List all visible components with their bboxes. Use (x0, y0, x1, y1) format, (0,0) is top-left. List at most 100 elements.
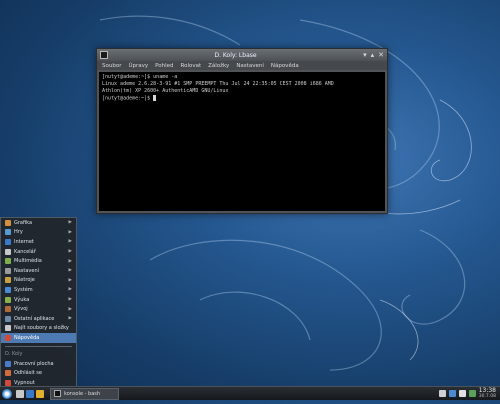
submenu-arrow-icon: ▶ (68, 220, 72, 226)
terminal-output[interactable]: [nutyt@ademe:~]$ uname -a Linux ademe 2.… (99, 72, 385, 211)
menu-item-label: Pracovní plocha (14, 360, 54, 367)
submenu-arrow-icon: ▶ (68, 268, 72, 274)
menu-item-label: Nápověda (14, 334, 40, 341)
terminal-icon (54, 390, 61, 397)
menu-item-help[interactable]: Nápověda (1, 333, 76, 343)
office-icon (5, 248, 11, 255)
start-menu-items: Grafika ▶ Hry ▶ Internet ▶ Kancelář ▶ Multimédia… (1, 218, 76, 343)
menu-item-label: Hry (14, 229, 23, 236)
desktop-icon (5, 360, 11, 367)
menu-item-label: Odhlásit se (14, 370, 42, 377)
menu-item-internet[interactable]: Internet ▶ (1, 237, 76, 247)
tray-flag-icon[interactable] (438, 390, 446, 397)
menu-item-label: Nastavení (14, 267, 40, 274)
window-titlebar[interactable]: D. Koly: Lbase ▾ ▴ ✕ (97, 49, 387, 61)
internet-icon (5, 238, 11, 245)
menu-soubor[interactable]: Soubor (102, 63, 121, 69)
submenu-arrow-icon: ▶ (68, 229, 72, 235)
terminal-icon[interactable] (100, 51, 108, 59)
menu-item-label: Nástroje (14, 277, 35, 284)
graphics-icon (5, 219, 11, 226)
menu-section-header: D. Koly (5, 351, 23, 358)
menu-item-tools[interactable]: Nástroje ▶ (1, 276, 76, 286)
kde-launcher-icon[interactable] (2, 388, 12, 399)
start-menu-bottom-items: Pracovní plocha Odhlásit se Vypnout (1, 359, 76, 388)
menu-napoveda[interactable]: Nápověda (271, 63, 299, 69)
quick-launch-browser-icon[interactable] (26, 389, 34, 398)
maximize-icon[interactable]: ▴ (371, 51, 375, 59)
window-title: D. Koly: Lbase (214, 51, 257, 59)
multimedia-icon (5, 258, 11, 265)
menu-item-development[interactable]: Vývoj ▶ (1, 304, 76, 314)
window-menubar: Soubor Úpravy Pohled Rolovat Záložky Nas… (97, 61, 387, 70)
terminal-window[interactable]: D. Koly: Lbase ▾ ▴ ✕ Soubor Úpravy Pohle… (96, 48, 388, 214)
games-icon (5, 229, 11, 236)
tools-icon (5, 277, 11, 284)
terminal-prompt: [nutyt@ademe:~]$ (102, 95, 154, 102)
menu-item-label: Vývoj (14, 306, 28, 313)
submenu-arrow-icon: ▶ (68, 239, 72, 245)
menu-item-multimedia[interactable]: Multimédia ▶ (1, 256, 76, 266)
close-icon[interactable]: ✕ (378, 51, 384, 59)
education-icon (5, 296, 11, 303)
menu-item-graphics[interactable]: Grafika ▶ (1, 218, 76, 228)
clock[interactable]: 13:38 30.7.08 (478, 386, 496, 400)
menu-pohled[interactable]: Pohled (155, 63, 173, 69)
tray-network-icon[interactable] (448, 390, 456, 397)
menu-item-find-files[interactable]: Najít soubory a složky (1, 324, 76, 334)
clock-date: 30.7.08 (478, 393, 496, 399)
menu-item-label: Systém (14, 286, 33, 293)
quick-launch-files-icon[interactable] (36, 389, 44, 398)
submenu-arrow-icon: ▶ (68, 287, 72, 293)
taskbar-task-label: konsole - bash (64, 390, 101, 397)
find-files-icon (5, 325, 11, 332)
menu-nastaveni[interactable]: Nastavení (236, 63, 264, 69)
menu-item-desktop[interactable]: Pracovní plocha (1, 359, 76, 369)
taskbar: konsole - bash 13:38 30.7.08 (0, 386, 500, 400)
terminal-line: [nutyt@ademe:~]$ uname -a (102, 74, 178, 80)
quick-launch (16, 389, 44, 398)
menu-item-other-apps[interactable]: Ostatní aplikace ▶ (1, 314, 76, 324)
menu-item-label: Multimédia (14, 258, 42, 265)
terminal-cursor (153, 95, 157, 101)
submenu-arrow-icon: ▶ (68, 316, 72, 322)
help-icon (5, 334, 11, 341)
menu-rolovat[interactable]: Rolovat (181, 63, 202, 69)
menu-item-games[interactable]: Hry ▶ (1, 228, 76, 238)
menu-upravy[interactable]: Úpravy (128, 63, 148, 69)
quick-launch-home-icon[interactable] (16, 389, 24, 398)
menu-item-label: Internet (14, 238, 34, 245)
menu-item-label: Najít soubory a složky (14, 325, 69, 332)
settings-icon (5, 267, 11, 274)
taskbar-task-konsole[interactable]: konsole - bash (50, 387, 119, 400)
terminal-prompt-line: [nutyt@ademe:~]$ (102, 95, 382, 103)
menu-item-system[interactable]: Systém ▶ (1, 285, 76, 295)
menu-item-label: Výuka (14, 296, 30, 303)
submenu-arrow-icon: ▶ (68, 258, 72, 264)
tray-volume-icon[interactable] (468, 390, 476, 397)
menu-item-office[interactable]: Kancelář ▶ (1, 247, 76, 257)
submenu-arrow-icon: ▶ (68, 249, 72, 255)
menu-item-label: Kancelář (14, 248, 36, 255)
menu-item-label: Vypnout (14, 379, 35, 386)
other-apps-icon (5, 315, 11, 322)
system-icon (5, 286, 11, 293)
menu-item-logout[interactable]: Odhlásit se (1, 368, 76, 378)
menu-item-settings[interactable]: Nastavení ▶ (1, 266, 76, 276)
shutdown-icon (5, 379, 11, 386)
menu-item-label: Ostatní aplikace (14, 315, 55, 322)
menu-zalozky[interactable]: Záložky (208, 63, 229, 69)
submenu-arrow-icon: ▶ (68, 277, 72, 283)
clock-time: 13:38 (478, 386, 496, 394)
minimize-icon[interactable]: ▾ (363, 51, 367, 59)
submenu-arrow-icon: ▶ (68, 297, 72, 303)
development-icon (5, 306, 11, 313)
tray-clipboard-icon[interactable] (458, 390, 466, 397)
terminal-line: Linux ademe 2.6.28-3-91 #1 SMP PREEMPT T… (102, 81, 334, 87)
terminal-line: Athlon(tm) XP 2600+ AuthenticAMD GNU/Lin… (102, 88, 229, 94)
submenu-arrow-icon: ▶ (68, 306, 72, 312)
system-tray: 13:38 30.7.08 (438, 386, 500, 400)
start-menu: Grafika ▶ Hry ▶ Internet ▶ Kancelář ▶ Multimédia… (0, 217, 77, 388)
menu-item-education[interactable]: Výuka ▶ (1, 295, 76, 305)
menu-item-label: Grafika (14, 219, 33, 226)
